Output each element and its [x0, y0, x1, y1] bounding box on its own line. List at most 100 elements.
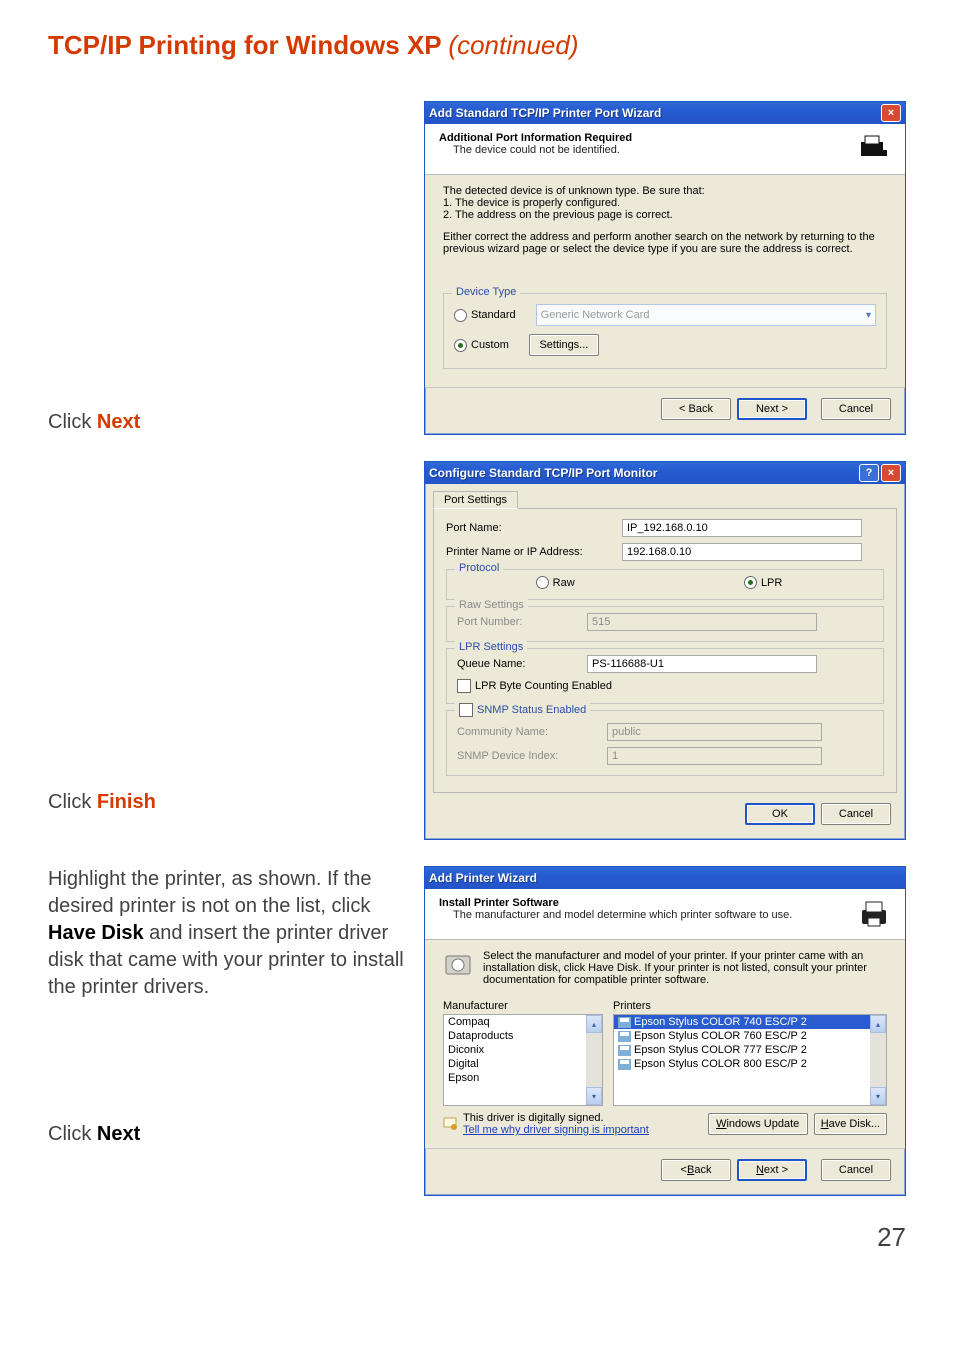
ok-button[interactable]: OK [745, 803, 815, 825]
disk-icon [443, 950, 473, 980]
mnemonic: W [716, 1118, 726, 1130]
btn-text: ack [694, 1164, 711, 1176]
row2-label: Click [48, 791, 91, 813]
printer-item-icon [618, 1059, 631, 1070]
radio-custom-label: Custom [471, 339, 509, 351]
row3-bold: Have Disk [48, 922, 144, 944]
portnum-label: Port Number: [457, 616, 577, 628]
signed-text: This driver is digitally signed. [463, 1112, 649, 1124]
snmp-legend[interactable]: SNMP Status Enabled [455, 703, 590, 717]
list-item[interactable]: Epson Stylus COLOR 740 ESC/P 2 [614, 1015, 870, 1029]
cancel-button[interactable]: Cancel [821, 1159, 891, 1181]
win1-para1-2: 2. The address on the previous page is c… [443, 209, 887, 221]
standard-select-value: Generic Network Card [541, 309, 650, 321]
row4-label: Click [48, 1123, 91, 1145]
row3-t1: Highlight the printer, as shown. If the … [48, 868, 372, 917]
page-heading: TCP/IP Printing for Windows XP (continue… [48, 30, 906, 61]
standard-select[interactable]: Generic Network Card ▾ [536, 304, 876, 326]
scroll-up-icon[interactable]: ▴ [870, 1015, 886, 1033]
win1-banner-h: Additional Port Information Required [439, 132, 632, 144]
printer-item-label: Epson Stylus COLOR 800 ESC/P 2 [634, 1058, 807, 1070]
windows-update-button[interactable]: Windows Update [708, 1113, 808, 1135]
chevron-down-icon: ▾ [866, 310, 871, 321]
back-button[interactable]: < Back [661, 398, 731, 420]
raw-settings-legend: Raw Settings [455, 599, 528, 611]
printers-header: Printers [613, 1000, 887, 1012]
radio-custom[interactable]: Custom [454, 339, 509, 352]
wizard-port-info-window: Add Standard TCP/IP Printer Port Wizard … [424, 101, 906, 435]
queue-input[interactable] [587, 655, 817, 673]
comm-label: Community Name: [457, 726, 597, 738]
radio-standard[interactable]: Standard [454, 309, 516, 322]
lpr-byte-checkbox[interactable]: LPR Byte Counting Enabled [457, 679, 873, 693]
printer-item-label: Epson Stylus COLOR 760 ESC/P 2 [634, 1030, 807, 1042]
close-icon[interactable]: × [881, 104, 901, 122]
row1-label: Click [48, 411, 91, 433]
settings-button[interactable]: Settings... [529, 334, 599, 356]
win1-banner-s: The device could not be identified. [439, 144, 632, 156]
portnum-input [587, 613, 817, 631]
device-type-legend: Device Type [452, 286, 520, 298]
queue-label: Queue Name: [457, 658, 577, 670]
radio-lpr-label: LPR [761, 577, 782, 589]
close-icon[interactable]: × [881, 464, 901, 482]
manu-header: Manufacturer [443, 1000, 603, 1012]
btn-text: indows Update [726, 1118, 799, 1130]
mnemonic: B [687, 1164, 694, 1176]
add-printer-wizard-window: Add Printer Wizard Install Printer Softw… [424, 866, 906, 1196]
list-item[interactable]: Diconix [444, 1043, 586, 1057]
list-item[interactable]: Epson [444, 1071, 586, 1085]
list-item[interactable]: Epson Stylus COLOR 800 ESC/P 2 [614, 1057, 870, 1071]
printer-item-icon [618, 1031, 631, 1042]
back-button[interactable]: < Back [661, 1159, 731, 1181]
list-item[interactable]: Epson Stylus COLOR 777 ESC/P 2 [614, 1043, 870, 1057]
tab-port-settings[interactable]: Port Settings [433, 491, 518, 509]
scroll-up-icon[interactable]: ▴ [586, 1015, 602, 1033]
port-name-input[interactable] [622, 519, 862, 537]
radio-lpr[interactable]: LPR [744, 576, 782, 589]
printer-port-icon [857, 132, 891, 166]
printers-list[interactable]: ▴ ▾ Epson Stylus COLOR 740 ESC/P 2 Epson… [613, 1014, 887, 1106]
idx-input [607, 747, 822, 765]
scroll-down-icon[interactable]: ▾ [870, 1087, 886, 1105]
next-button[interactable]: Next > [737, 1159, 807, 1181]
manufacturer-list[interactable]: ▴ ▾ Compaq Dataproducts Diconix Digital … [443, 1014, 603, 1106]
addr-input[interactable] [622, 543, 862, 561]
comm-input [607, 723, 822, 741]
addr-label: Printer Name or IP Address: [446, 546, 622, 558]
list-item[interactable]: Dataproducts [444, 1029, 586, 1043]
row2-action: Finish [97, 791, 156, 813]
list-item[interactable]: Epson Stylus COLOR 760 ESC/P 2 [614, 1029, 870, 1043]
radio-raw[interactable]: Raw [536, 576, 575, 589]
scroll-down-icon[interactable]: ▾ [586, 1087, 602, 1105]
printer-item-icon [618, 1045, 631, 1056]
list-item[interactable]: Compaq [444, 1015, 586, 1029]
list-item[interactable]: Digital [444, 1057, 586, 1071]
help-icon[interactable]: ? [859, 464, 879, 482]
win3-hint: Select the manufacturer and model of you… [483, 950, 887, 986]
lpr-settings-legend: LPR Settings [455, 641, 527, 653]
win1-para1: The detected device is of unknown type. … [443, 185, 887, 197]
win3-title: Add Printer Wizard [429, 871, 537, 885]
win1-para1-1: 1. The device is properly configured. [443, 197, 887, 209]
win3-banner-h: Install Printer Software [439, 897, 792, 909]
lpr-byte-label: LPR Byte Counting Enabled [475, 680, 612, 692]
cancel-button[interactable]: Cancel [821, 398, 891, 420]
printer-item-icon [618, 1017, 631, 1028]
win2-title: Configure Standard TCP/IP Port Monitor [429, 466, 657, 480]
idx-label: SNMP Device Index: [457, 750, 597, 762]
radio-standard-label: Standard [471, 309, 516, 321]
win1-title: Add Standard TCP/IP Printer Port Wizard [429, 106, 661, 120]
have-disk-button[interactable]: Have Disk... [814, 1113, 887, 1135]
printer-item-label: Epson Stylus COLOR 777 ESC/P 2 [634, 1044, 807, 1056]
row4-action: Next [97, 1123, 140, 1145]
next-button[interactable]: Next > [737, 398, 807, 420]
mnemonic: N [756, 1164, 764, 1176]
cancel-button[interactable]: Cancel [821, 803, 891, 825]
btn-text: ave Disk... [829, 1118, 880, 1130]
signing-link[interactable]: Tell me why driver signing is important [463, 1124, 649, 1136]
page-number: 27 [48, 1222, 906, 1253]
printer-icon [857, 897, 891, 931]
btn-text: ext > [764, 1164, 788, 1176]
port-name-label: Port Name: [446, 522, 622, 534]
